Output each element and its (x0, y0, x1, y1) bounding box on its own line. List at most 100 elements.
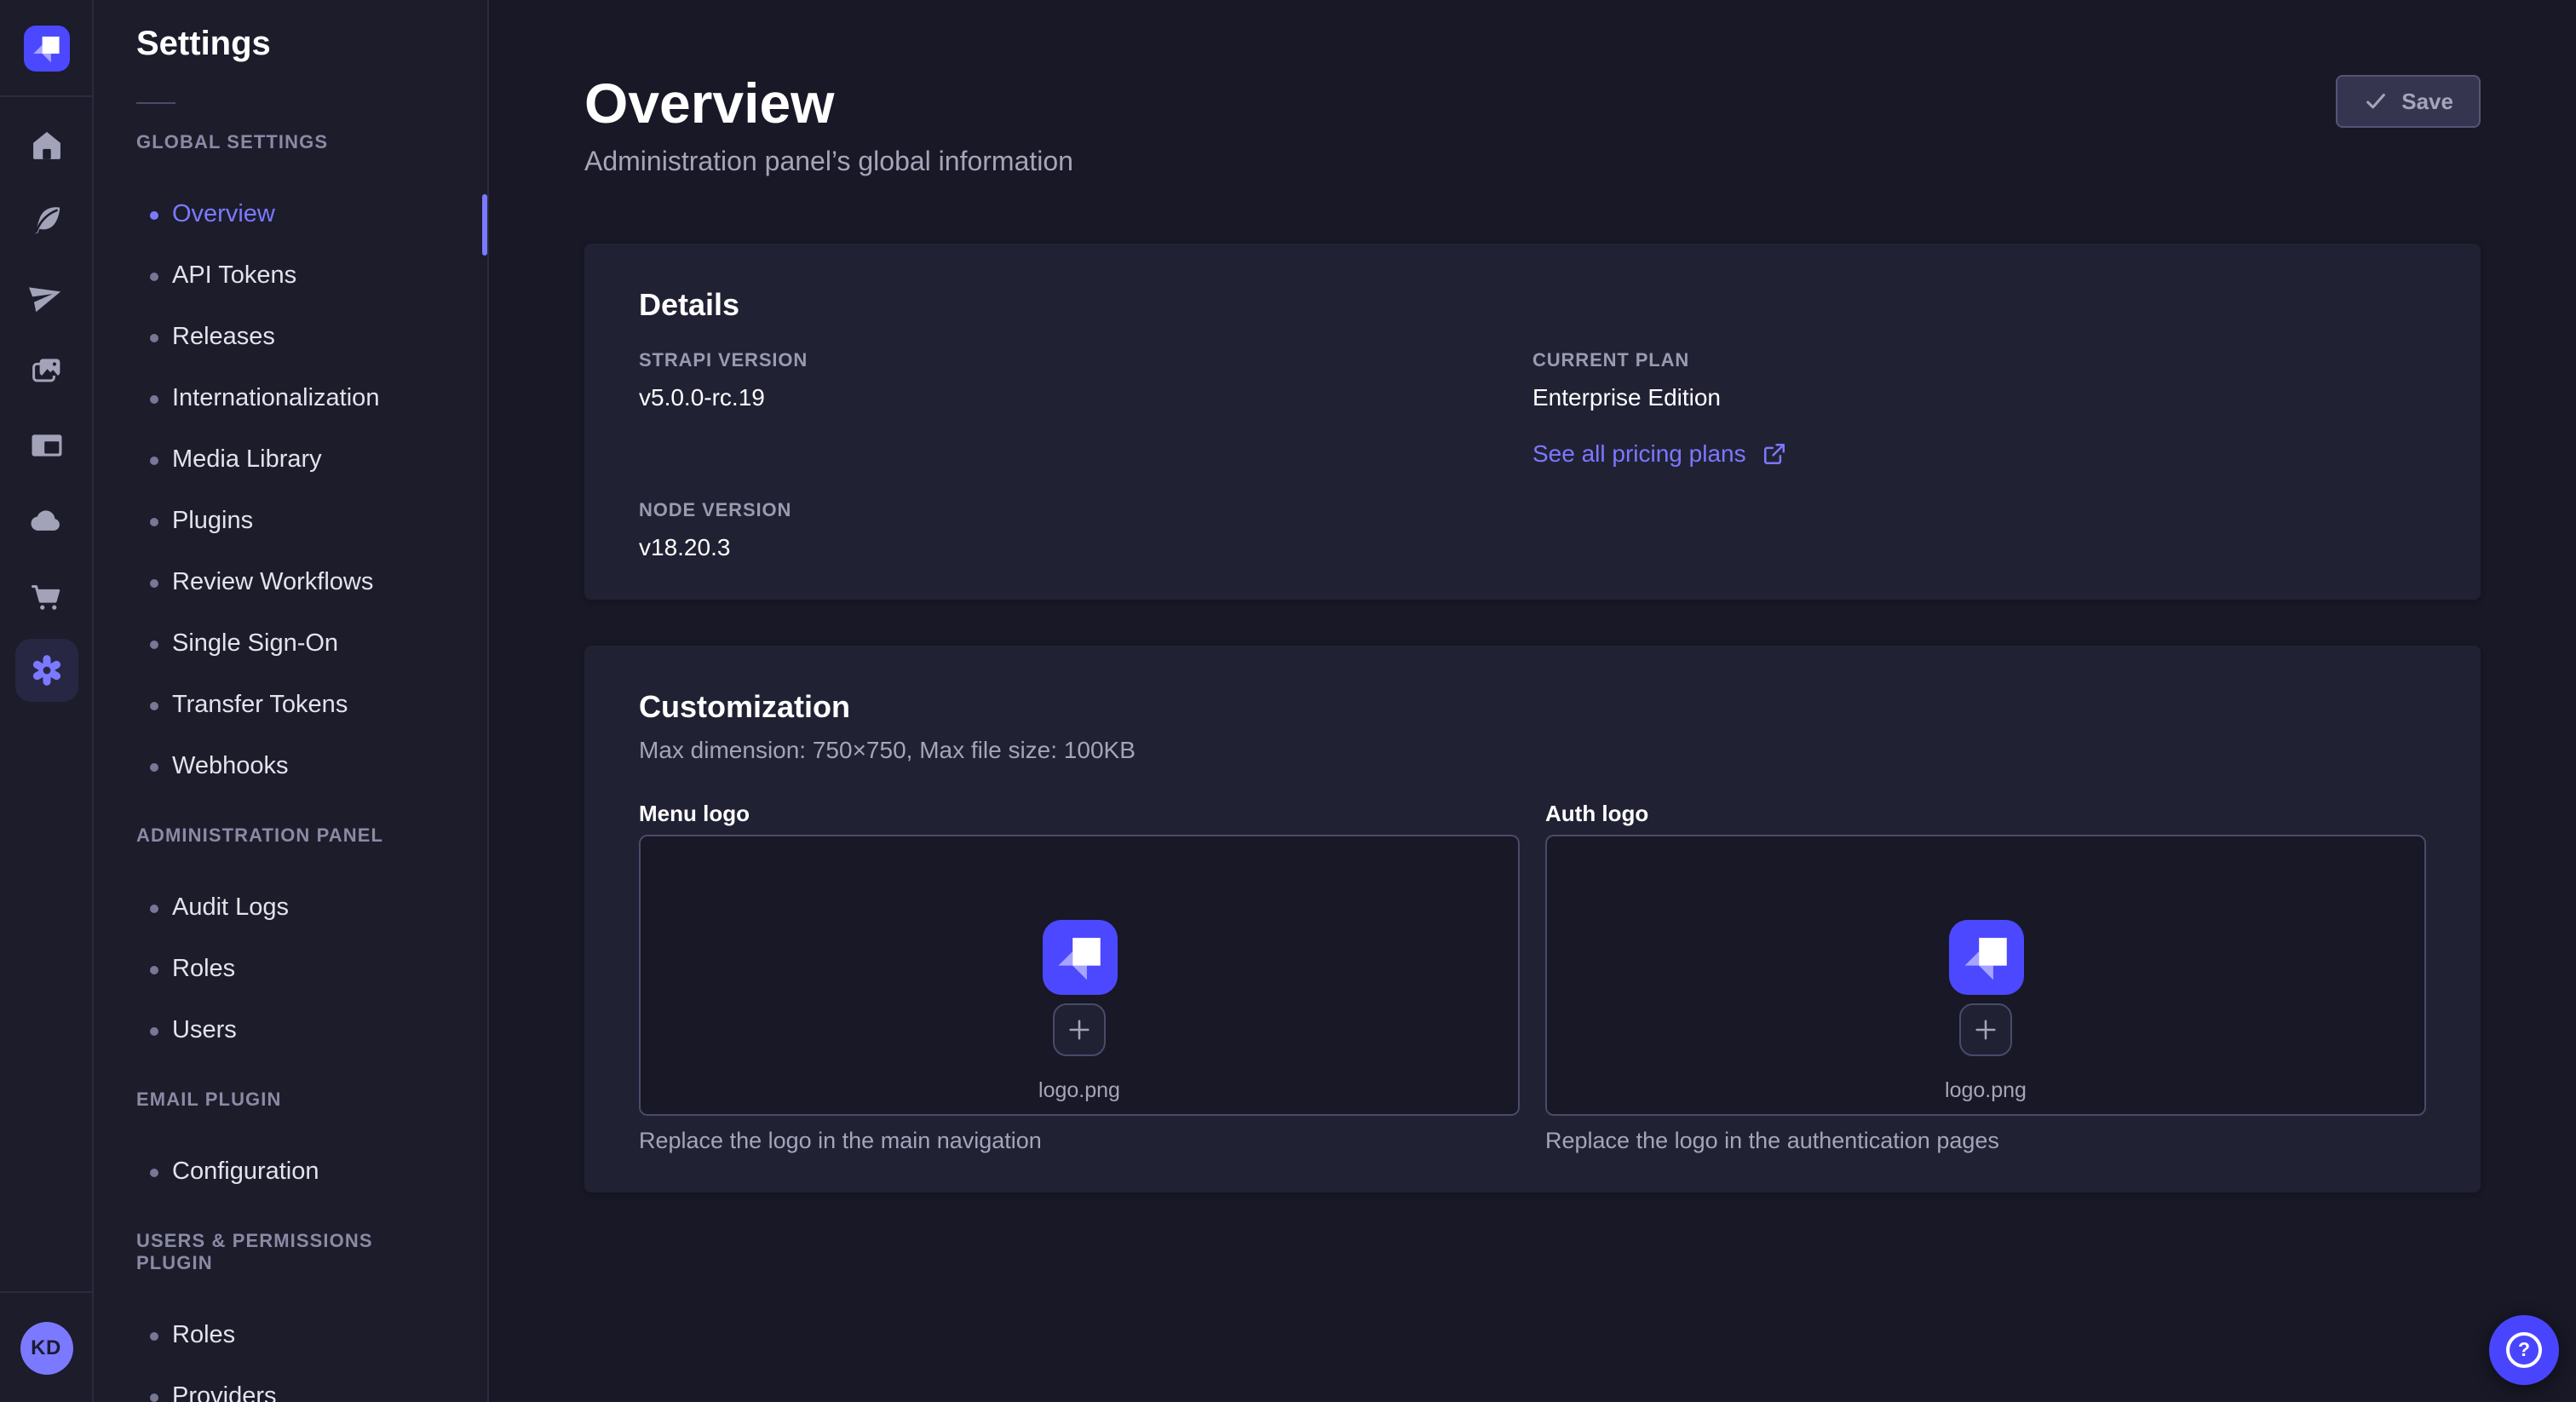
subnav-divider (136, 102, 175, 104)
bullet-icon (150, 333, 158, 342)
plus-icon (1969, 1014, 2002, 1046)
bullet-icon (150, 456, 158, 464)
sidebar-item-admin-users[interactable]: Users (94, 1000, 487, 1061)
save-button[interactable]: Save (2335, 75, 2481, 128)
rail-item-settings[interactable] (14, 639, 78, 702)
menu-logo-dropzone[interactable]: logo.png (639, 835, 1520, 1116)
current-plan-label: CURRENT PLAN (1532, 351, 2426, 373)
pricing-plans-link-label: See all pricing plans (1532, 440, 1746, 467)
customization-card: Customization Max dimension: 750×750, Ma… (584, 646, 2481, 1192)
bullet-icon (150, 701, 158, 710)
bullet-icon (150, 640, 158, 648)
details-card-title: Details (639, 288, 2426, 324)
auth-logo-dropzone[interactable]: logo.png (1545, 835, 2426, 1116)
section-label: EMAIL PLUGIN (94, 1090, 487, 1112)
sidebar-item-label: Plugins (172, 508, 253, 535)
page-header-text: Overview Administration panel’s global i… (584, 72, 1073, 179)
rail-item-media-library[interactable] (14, 339, 78, 402)
auth-logo-add-button[interactable] (1959, 1003, 2012, 1056)
rail-item-marketplace[interactable] (14, 564, 78, 627)
sidebar-item-label: Roles (172, 1322, 235, 1349)
rail-item-cloud[interactable] (14, 489, 78, 552)
save-button-label: Save (2401, 89, 2453, 114)
strapi-home-button[interactable] (23, 25, 69, 71)
rail-item-content[interactable] (14, 189, 78, 252)
bullet-icon (150, 965, 158, 974)
menu-logo-caption: Replace the logo in the main navigation (639, 1128, 1520, 1155)
sidebar-item-label: Review Workflows (172, 569, 373, 596)
icon-rail: KD (0, 0, 94, 1402)
question-glyph: ? (2518, 1340, 2530, 1360)
section-global-settings: GLOBAL SETTINGS Overview API Tokens Rele… (94, 133, 487, 797)
sidebar-item-webhooks[interactable]: Webhooks (94, 736, 487, 797)
strapi-admin-app: KD Settings GLOBAL SETTINGS Overview API… (0, 0, 2576, 1402)
section-email-plugin: EMAIL PLUGIN Configuration (94, 1090, 487, 1203)
subnav-title: Settings (94, 26, 487, 63)
sidebar-item-label: Webhooks (172, 753, 289, 780)
rail-user-section: KD (0, 1291, 92, 1402)
sidebar-item-label: API Tokens (172, 262, 296, 290)
strapi-logo-icon (23, 25, 69, 71)
node-version-value: v18.20.3 (639, 533, 1532, 562)
layout-icon (28, 428, 64, 463)
sidebar-item-up-providers[interactable]: Providers (94, 1366, 487, 1402)
section-administration-panel: ADMINISTRATION PANEL Audit Logs Roles Us… (94, 826, 487, 1061)
bullet-icon (150, 904, 158, 912)
strapi-version-field: STRAPI VERSION v5.0.0-rc.19 (639, 351, 1532, 412)
rail-item-content-type-builder[interactable] (14, 414, 78, 477)
strapi-version-value: v5.0.0-rc.19 (639, 383, 1532, 412)
sidebar-item-label: Users (172, 1017, 237, 1044)
strapi-logo-icon (1042, 920, 1117, 995)
sidebar-item-label: Internationalization (172, 385, 379, 412)
rail-item-home[interactable] (14, 114, 78, 177)
node-version-label: NODE VERSION (639, 501, 1532, 523)
check-icon (2362, 89, 2388, 114)
pricing-plans-link[interactable]: See all pricing plans (1532, 440, 1787, 467)
page-header: Overview Administration panel’s global i… (584, 72, 2481, 179)
menu-logo-add-button[interactable] (1053, 1003, 1106, 1056)
bullet-icon (150, 1026, 158, 1035)
details-left-column: STRAPI VERSION v5.0.0-rc.19 NODE VERSION… (639, 351, 1532, 562)
sidebar-item-label: Releases (172, 324, 275, 351)
plus-icon (1063, 1014, 1095, 1046)
bullet-icon (150, 210, 158, 219)
sidebar-item-label: Audit Logs (172, 894, 289, 922)
section-label: USERS & PERMISSIONS PLUGIN (94, 1232, 487, 1276)
sidebar-item-plugins[interactable]: Plugins (94, 491, 487, 552)
current-plan-field: CURRENT PLAN Enterprise Edition (1532, 351, 2426, 412)
sidebar-item-email-configuration[interactable]: Configuration (94, 1141, 487, 1203)
bullet-icon (150, 272, 158, 280)
sidebar-item-admin-roles[interactable]: Roles (94, 939, 487, 1000)
menu-logo-filename: logo.png (1038, 1078, 1120, 1104)
sidebar-item-transfer-tokens[interactable]: Transfer Tokens (94, 675, 487, 736)
auth-logo-preview (1948, 920, 2023, 995)
question-icon: ? (2506, 1332, 2542, 1368)
sidebar-item-audit-logs[interactable]: Audit Logs (94, 877, 487, 939)
paper-plane-icon (28, 278, 64, 313)
page-title: Overview (584, 72, 1073, 135)
strapi-version-label: STRAPI VERSION (639, 351, 1532, 373)
menu-logo-label: Menu logo (639, 801, 1520, 826)
sidebar-item-review-workflows[interactable]: Review Workflows (94, 552, 487, 613)
auth-logo-caption: Replace the logo in the authentication p… (1545, 1128, 2426, 1155)
help-button[interactable]: ? (2489, 1315, 2559, 1385)
sidebar-item-api-tokens[interactable]: API Tokens (94, 245, 487, 307)
customization-card-title: Customization (639, 690, 2426, 726)
sidebar-item-overview[interactable]: Overview (94, 184, 487, 245)
bullet-icon (150, 517, 158, 526)
details-card: Details STRAPI VERSION v5.0.0-rc.19 NODE… (584, 244, 2481, 600)
details-grid: STRAPI VERSION v5.0.0-rc.19 NODE VERSION… (639, 351, 2426, 562)
customization-card-subtitle: Max dimension: 750×750, Max file size: 1… (639, 736, 2426, 763)
settings-subnav: Settings GLOBAL SETTINGS Overview API To… (94, 0, 489, 1402)
sidebar-item-label: Single Sign-On (172, 630, 338, 658)
rail-item-releases[interactable] (14, 264, 78, 327)
logo-upload-grid: Menu logo (639, 801, 2426, 1155)
menu-logo-field: Menu logo (639, 801, 1520, 1155)
sidebar-item-single-sign-on[interactable]: Single Sign-On (94, 613, 487, 675)
sidebar-item-media-library[interactable]: Media Library (94, 429, 487, 491)
sidebar-item-internationalization[interactable]: Internationalization (94, 368, 487, 429)
avatar[interactable]: KD (20, 1321, 72, 1374)
rail-nav (0, 97, 92, 1291)
sidebar-item-releases[interactable]: Releases (94, 307, 487, 368)
sidebar-item-up-roles[interactable]: Roles (94, 1305, 487, 1366)
